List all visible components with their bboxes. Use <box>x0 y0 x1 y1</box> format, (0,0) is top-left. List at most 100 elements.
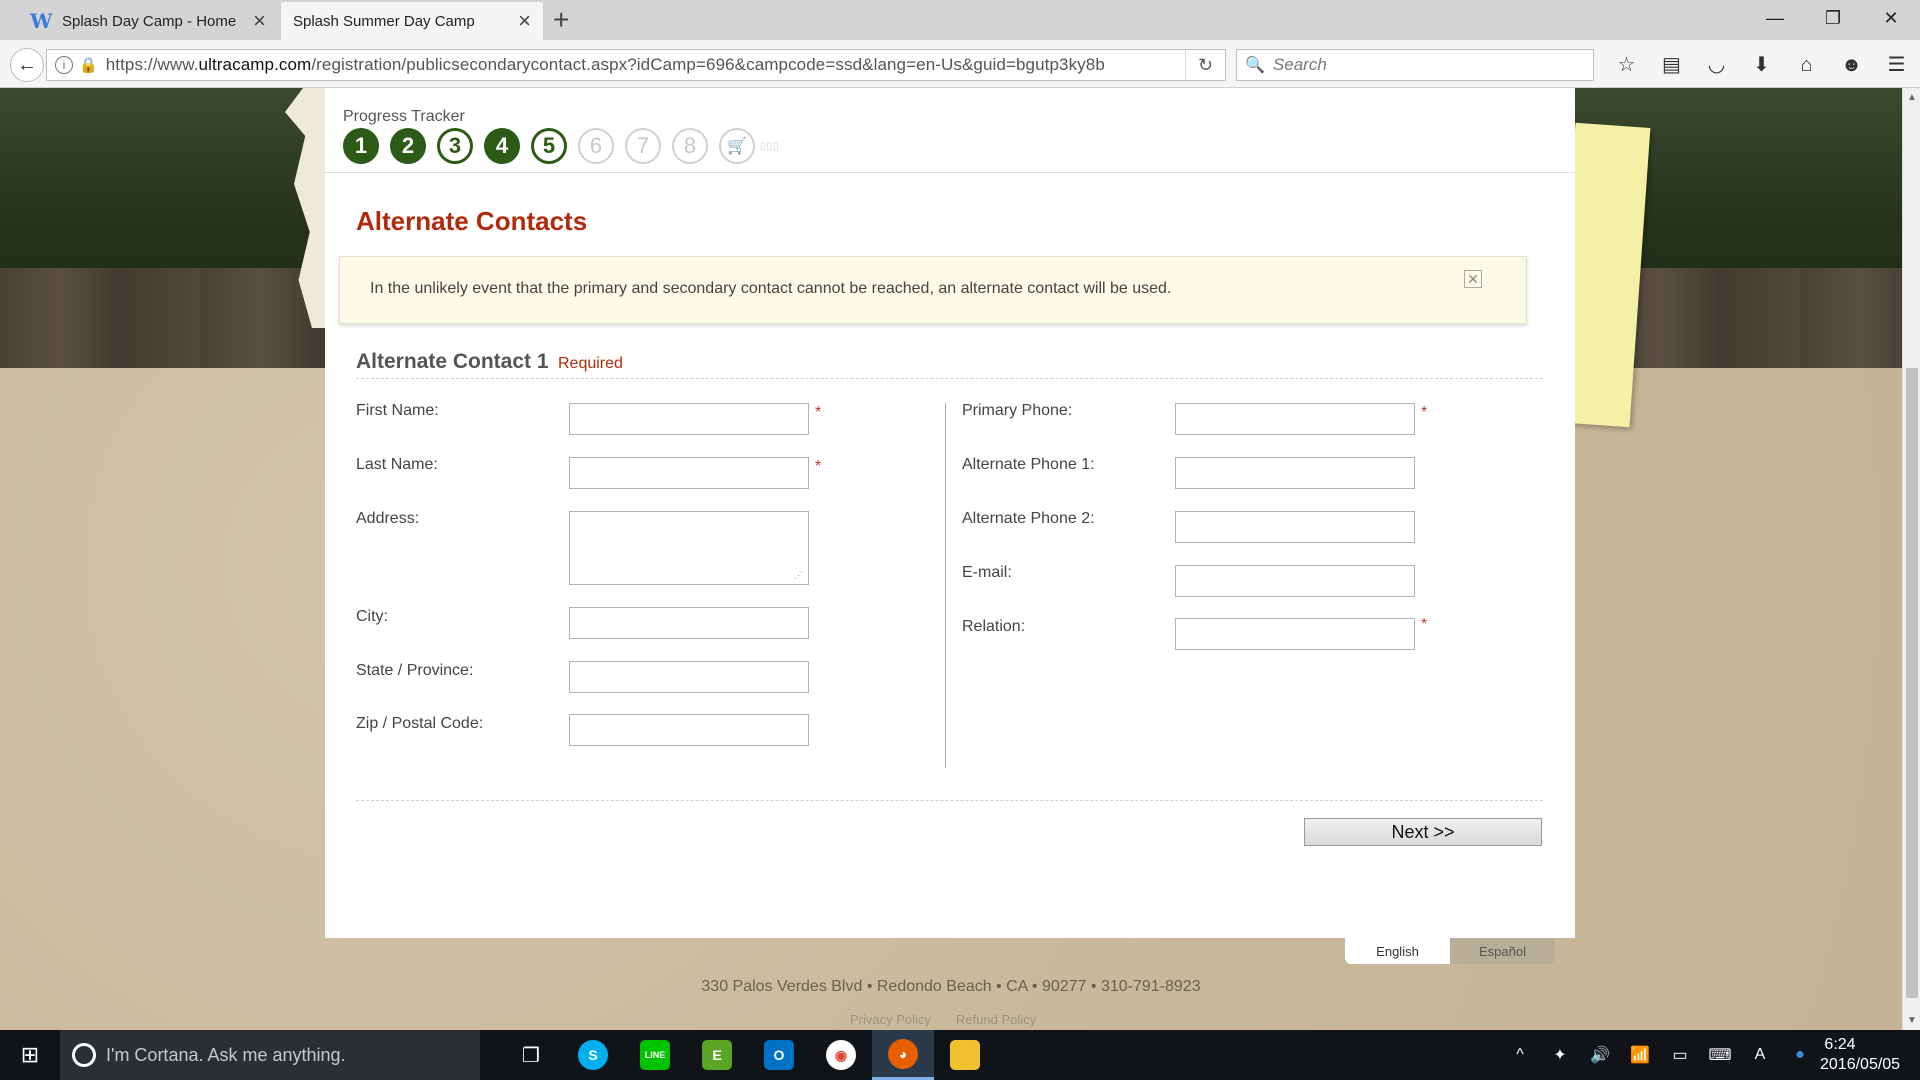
close-notice-icon[interactable]: ✕ <box>1464 270 1482 288</box>
volume-icon[interactable]: 🔊 <box>1580 1045 1620 1065</box>
chrome-icon[interactable]: ◉ <box>810 1030 872 1080</box>
section-title: Alternate Contact 1 <box>356 350 549 373</box>
system-clock[interactable]: 6:24 2016/05/05 <box>1820 1035 1920 1075</box>
clock-date: 2016/05/05 <box>1820 1056 1901 1073</box>
close-tab-icon[interactable]: × <box>518 10 531 32</box>
window-controls: — ❐ ✕ <box>1746 0 1920 40</box>
resize-grip-icon[interactable]: ⋰ <box>794 570 803 581</box>
tracker-divider <box>325 172 1575 173</box>
last-name-label: Last Name: <box>356 456 438 473</box>
home-icon[interactable]: ⌂ <box>1784 52 1829 78</box>
search-input[interactable]: 🔍 Search <box>1236 49 1594 81</box>
tracker-step-3[interactable]: 3 <box>437 128 473 164</box>
chrome-glyph: ◉ <box>826 1040 856 1070</box>
new-tab-button[interactable]: + <box>553 4 569 36</box>
alternate-phone-1-field[interactable] <box>1175 457 1415 489</box>
email-label: E-mail: <box>962 564 1012 581</box>
toolbar-icons: ☆ ▤ ◡ ⬇ ⌂ ☻ ☰ <box>1604 52 1919 78</box>
last-name-field[interactable] <box>569 457 809 489</box>
cortana-icon <box>72 1043 96 1067</box>
evernote-glyph: E <box>702 1040 732 1070</box>
reading-list-icon[interactable]: ▤ <box>1649 52 1694 78</box>
relation-field[interactable] <box>1175 618 1415 650</box>
alternate-phone-2-label: Alternate Phone 2: <box>962 510 1095 527</box>
cortana-search[interactable]: I'm Cortana. Ask me anything. <box>60 1030 480 1080</box>
skype-icon[interactable]: S <box>562 1030 624 1080</box>
menu-icon[interactable]: ☰ <box>1874 52 1919 78</box>
task-view-icon[interactable]: ❐ <box>500 1030 562 1080</box>
email-field[interactable] <box>1175 565 1415 597</box>
first-name-field[interactable] <box>569 403 809 435</box>
next-button[interactable]: Next >> <box>1304 818 1542 846</box>
alternate-phone-1-label: Alternate Phone 1: <box>962 456 1095 473</box>
language-english[interactable]: English <box>1345 938 1450 964</box>
primary-phone-field[interactable] <box>1175 403 1415 435</box>
restore-icon[interactable]: ❐ <box>1804 0 1862 36</box>
dropbox-icon[interactable]: ✦ <box>1540 1045 1580 1065</box>
required-star: * <box>815 404 822 421</box>
section-required-label: Required <box>558 355 623 372</box>
system-tray: ^ ✦ 🔊 📶 ▭ ⌨ A ● 6:24 2016/05/05 <box>1500 1030 1920 1080</box>
scroll-down-icon[interactable]: ▼ <box>1903 1015 1920 1026</box>
tracker-step-2[interactable]: 2 <box>390 128 426 164</box>
tab-splash-day-camp-home[interactable]: W Splash Day Camp - Home × <box>0 2 278 40</box>
form-bottom-divider <box>356 800 1543 801</box>
info-notice: In the unlikely event that the primary a… <box>339 256 1527 324</box>
url-path: /registration/publicsecondarycontact.asp… <box>311 55 1105 74</box>
close-tab-icon[interactable]: × <box>253 10 266 32</box>
tracker-step-8: 8 <box>672 128 708 164</box>
city-field[interactable] <box>569 607 809 639</box>
address-bar[interactable]: i 🔒 https://www.ultracamp.com/registrati… <box>46 49 1226 81</box>
line-icon[interactable]: LINE <box>624 1030 686 1080</box>
search-icon: 🔍 <box>1245 57 1265 74</box>
back-button[interactable]: ← <box>10 48 44 82</box>
firefox-icon[interactable]: ◕ <box>872 1030 934 1080</box>
tracker-step-4[interactable]: 4 <box>484 128 520 164</box>
info-icon[interactable]: i <box>55 56 73 74</box>
refund-policy-link[interactable]: Refund Policy <box>956 1012 1036 1027</box>
wifi-icon[interactable]: 📶 <box>1620 1045 1660 1065</box>
progress-tracker-label: Progress Tracker <box>343 108 465 125</box>
alternate-phone-2-field[interactable] <box>1175 511 1415 543</box>
bookmark-star-icon[interactable]: ☆ <box>1604 52 1649 78</box>
file-explorer-icon[interactable]: ▬ <box>934 1030 996 1080</box>
pocket-icon[interactable]: ◡ <box>1694 52 1739 78</box>
footer-address: 330 Palos Verdes Blvd • Redondo Beach • … <box>701 978 1201 995</box>
language-switcher: English Español <box>1345 938 1555 964</box>
outlook-icon[interactable]: O <box>748 1030 810 1080</box>
state-province-field[interactable] <box>569 661 809 693</box>
downloads-icon[interactable]: ⬇ <box>1739 52 1784 78</box>
onedrive-icon[interactable]: ● <box>1780 1046 1820 1064</box>
tab-splash-summer-day-camp[interactable]: Splash Summer Day Camp × <box>281 2 543 40</box>
show-hidden-icons-icon[interactable]: ^ <box>1500 1046 1540 1064</box>
section-divider <box>356 378 1543 379</box>
required-star: * <box>815 458 822 475</box>
tracker-step-5[interactable]: 5 <box>531 128 567 164</box>
smiley-icon[interactable]: ☻ <box>1829 52 1874 78</box>
action-center-icon[interactable]: ▭ <box>1660 1045 1700 1065</box>
evernote-icon[interactable]: E <box>686 1030 748 1080</box>
minimize-icon[interactable]: — <box>1746 0 1804 36</box>
ime-icon[interactable]: A <box>1740 1046 1780 1064</box>
page-scrollbar[interactable]: ▲ ▼ <box>1902 88 1920 1030</box>
url-text[interactable]: https://www.ultracamp.com/registration/p… <box>106 55 1105 75</box>
privacy-policy-link[interactable]: Privacy Policy <box>850 1012 931 1027</box>
tracker-step-1[interactable]: 1 <box>343 128 379 164</box>
lock-icon: 🔒 <box>79 57 98 74</box>
address-field[interactable] <box>569 511 809 585</box>
scrollbar-thumb[interactable] <box>1906 368 1918 998</box>
required-star: * <box>1421 616 1428 633</box>
keyboard-icon[interactable]: ⌨ <box>1700 1045 1740 1065</box>
notice-text: In the unlikely event that the primary a… <box>370 280 1172 297</box>
city-label: City: <box>356 608 388 625</box>
language-espanol[interactable]: Español <box>1450 938 1555 964</box>
scroll-up-icon[interactable]: ▲ <box>1903 92 1920 103</box>
windows-start-icon[interactable]: ⊞ <box>0 1030 60 1080</box>
column-separator <box>945 403 946 768</box>
reload-icon[interactable]: ↻ <box>1185 50 1225 80</box>
url-prefix: https://www. <box>105 55 199 74</box>
search-placeholder: Search <box>1272 55 1327 74</box>
close-window-icon[interactable]: ✕ <box>1862 0 1920 36</box>
taskbar-apps: ❐ S LINE E O ◉ ◕ ▬ <box>500 1030 996 1080</box>
zip-postal-field[interactable] <box>569 714 809 746</box>
